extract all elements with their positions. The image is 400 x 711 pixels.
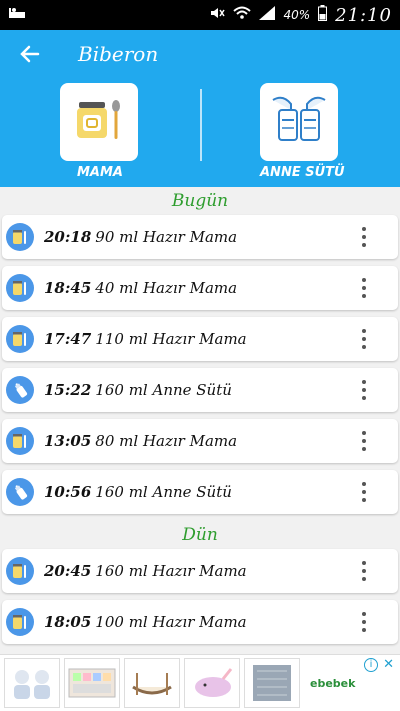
anne-sutu-label: ANNE SÜTÜ [260,165,345,180]
list-item[interactable]: 18:45 40 ml Hazır Mama [2,266,398,310]
feeding-list: Bugün 20:18 90 ml Hazır Mama 18:45 40 ml H… [0,187,400,644]
feeding-time: 13:05 [44,432,92,450]
feeding-time: 10:56 [44,483,92,501]
signal-icon [259,6,276,24]
section-title-today: Bugün [171,191,229,211]
anne-sutu-tile[interactable] [260,83,338,161]
battery-icon [318,5,328,25]
battery-percent: 40% [283,8,311,22]
wifi-icon [233,6,252,24]
mama-tile[interactable] [60,83,138,161]
list-item[interactable]: 17:47 110 ml Hazır Mama [2,317,398,361]
overflow-menu-icon[interactable] [360,612,368,632]
feeding-detail: 160 ml Hazır Mama [95,562,247,580]
overflow-menu-icon[interactable] [360,227,368,247]
overflow-menu-icon[interactable] [360,329,368,349]
mute-icon [209,5,226,25]
ad-product-image[interactable] [4,658,60,708]
ad-info-icon[interactable]: i [364,658,378,672]
baby-food-jar-spoon-icon [71,92,127,152]
jar-icon [6,427,34,455]
overflow-menu-icon[interactable] [360,482,368,502]
feeding-time: 18:05 [44,613,92,631]
notification-icon [8,6,26,24]
status-bar: 40% 21:10 [0,0,400,30]
feeding-detail: 160 ml Anne Sütü [95,483,232,501]
section-title-yesterday: Dün [182,525,218,545]
category-mama[interactable]: MAMA [60,83,140,180]
ad-banner[interactable]: ebebek i ✕ [0,654,400,711]
jar-icon [6,223,34,251]
list-item[interactable]: 13:05 80 ml Hazır Mama [2,419,398,463]
category-header: MAMA ANNE SÜTÜ [0,77,400,187]
overflow-menu-icon[interactable] [360,278,368,298]
jar-icon [6,325,34,353]
overflow-menu-icon[interactable] [360,380,368,400]
list-item[interactable]: 20:45 160 ml Hazır Mama [2,549,398,593]
list-item[interactable]: 18:05 100 ml Hazır Mama [2,600,398,644]
jar-icon [6,557,34,585]
feeding-time: 17:47 [44,330,92,348]
feeding-time: 18:45 [44,279,92,297]
list-item[interactable]: 20:18 90 ml Hazır Mama [2,215,398,259]
jar-icon [6,608,34,636]
mama-label: MAMA [77,165,123,180]
ad-brand-logo[interactable]: ebebek [310,677,355,690]
breast-pump-bottles-icon [269,92,329,152]
ad-product-image[interactable] [124,658,180,708]
category-divider [200,89,202,161]
feeding-detail: 90 ml Hazır Mama [95,228,238,246]
feeding-detail: 100 ml Hazır Mama [95,613,247,631]
feeding-time: 15:22 [44,381,92,399]
overflow-menu-icon[interactable] [360,431,368,451]
clock: 21:10 [335,4,392,26]
feeding-detail: 160 ml Anne Sütü [95,381,232,399]
jar-icon [6,274,34,302]
app-bar: Biberon [0,30,400,77]
ad-product-image[interactable] [184,658,240,708]
feeding-time: 20:45 [44,562,92,580]
back-arrow-icon[interactable] [18,42,42,66]
feeding-time: 20:18 [44,228,92,246]
bottle-icon [6,478,34,506]
list-item[interactable]: 10:56 160 ml Anne Sütü [2,470,398,514]
page-title: Biberon [78,41,159,66]
ad-product-image[interactable] [64,658,120,708]
ad-close-icon[interactable]: ✕ [383,657,394,672]
bottle-icon [6,376,34,404]
overflow-menu-icon[interactable] [360,561,368,581]
ad-product-image[interactable] [244,658,300,708]
list-item[interactable]: 15:22 160 ml Anne Sütü [2,368,398,412]
feeding-detail: 40 ml Hazır Mama [95,279,238,297]
category-anne-sutu[interactable]: ANNE SÜTÜ [260,83,345,180]
feeding-detail: 110 ml Hazır Mama [95,330,247,348]
feeding-detail: 80 ml Hazır Mama [95,432,238,450]
